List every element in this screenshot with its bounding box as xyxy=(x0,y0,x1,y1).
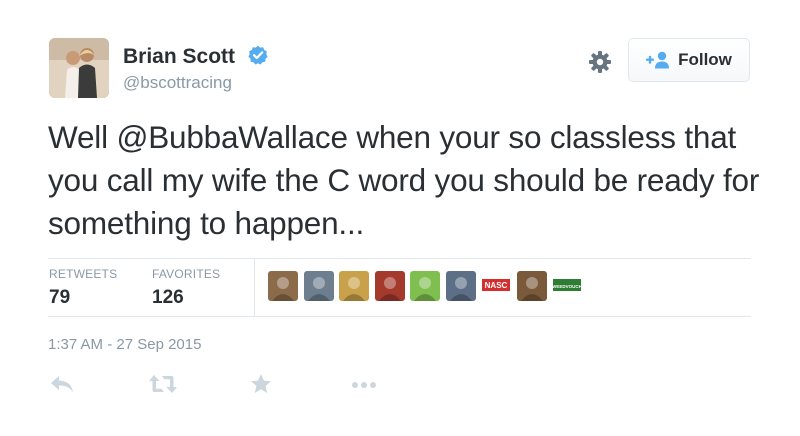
favoriter-avatar-7[interactable]: NASC xyxy=(481,271,511,301)
follow-button[interactable]: Follow xyxy=(628,38,750,82)
favoriter-avatar-2[interactable] xyxy=(303,271,334,301)
favoriter-avatar-4[interactable] xyxy=(374,271,405,301)
stats-bottom-divider xyxy=(48,316,751,317)
display-name[interactable]: Brian Scott xyxy=(123,45,235,69)
retweets-label[interactable]: RETWEETS xyxy=(49,267,117,281)
user-handle[interactable]: @bscottracing xyxy=(123,73,232,93)
favoriter-avatar-7-label: NASC xyxy=(485,281,508,290)
favorites-count[interactable]: 126 xyxy=(152,287,184,309)
favoriter-avatar-3[interactable] xyxy=(339,271,369,301)
favoriter-avatar-1[interactable] xyxy=(268,271,298,301)
favoriter-avatar-9[interactable]: WEEDVOUCH xyxy=(552,271,582,301)
profile-avatar[interactable] xyxy=(49,38,109,98)
tweet-timestamp[interactable]: 1:37 AM - 27 Sep 2015 xyxy=(48,336,201,353)
favoriter-avatar-5[interactable] xyxy=(410,271,440,301)
retweets-count[interactable]: 79 xyxy=(49,287,70,309)
stats-separator xyxy=(254,258,255,316)
reply-icon[interactable] xyxy=(49,372,75,396)
favoriter-avatars: NASC WEEDVOUCH xyxy=(268,271,582,301)
favorite-star-icon[interactable] xyxy=(249,372,273,396)
tweet-text: Well @BubbaWallace when your so classles… xyxy=(48,116,768,245)
favoriter-avatar-8[interactable] xyxy=(516,271,547,301)
follow-label: Follow xyxy=(678,50,732,69)
favoriter-avatar-9-label: WEEDVOUCH xyxy=(552,284,582,289)
stats-top-divider xyxy=(48,258,751,259)
avatar-photo xyxy=(49,38,109,98)
favoriter-avatar-6[interactable] xyxy=(445,271,476,301)
gear-icon[interactable] xyxy=(588,50,612,74)
follow-person-plus-icon xyxy=(646,51,670,69)
verified-badge-icon xyxy=(248,45,268,65)
tweet-text-start: Well xyxy=(48,119,117,155)
tweet-card: Brian Scott @bscottracing Follow Well @B… xyxy=(0,0,800,436)
mention-link[interactable]: @BubbaWallace xyxy=(116,119,348,155)
retweet-icon[interactable] xyxy=(149,372,177,396)
favorites-label[interactable]: FAVORITES xyxy=(152,267,220,281)
more-dots-icon[interactable] xyxy=(351,372,377,396)
